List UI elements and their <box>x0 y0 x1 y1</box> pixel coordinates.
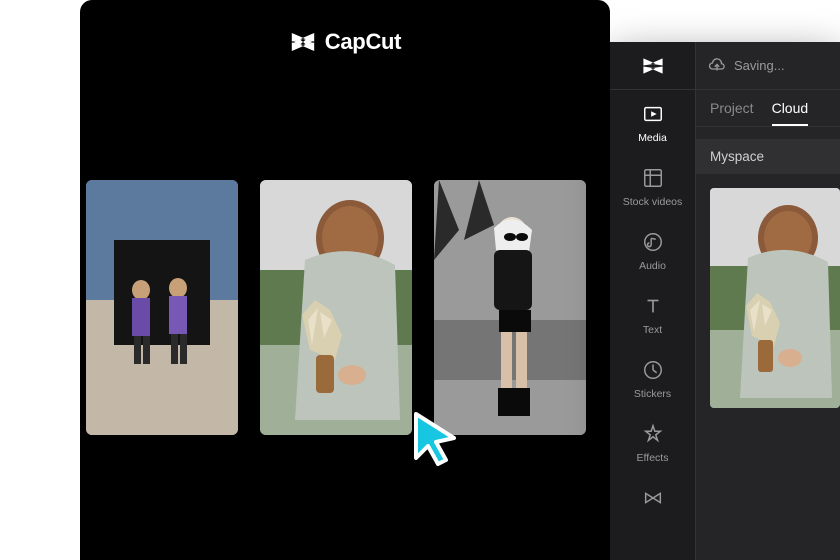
cloud-sync-icon <box>708 57 726 75</box>
editor-logo <box>610 42 695 90</box>
thumbnail-item[interactable] <box>260 180 412 435</box>
editor-panel: Media Stock videos Audio <box>610 42 840 560</box>
thumbnail-item[interactable] <box>86 180 238 435</box>
stock-videos-icon <box>641 166 665 190</box>
sidebar-item-transition[interactable] <box>610 474 695 520</box>
sidebar-item-text[interactable]: Text <box>610 282 695 346</box>
sidebar-item-effects[interactable]: Effects <box>610 410 695 474</box>
saving-status: Saving... <box>734 58 785 73</box>
cloud-media-item[interactable] <box>710 188 840 408</box>
tab-project[interactable]: Project <box>710 100 754 126</box>
sidebar-label: Text <box>643 324 662 336</box>
capcut-logo-icon <box>289 28 317 56</box>
app-name: CapCut <box>325 29 401 55</box>
text-icon <box>641 294 665 318</box>
sidebar-label: Stock videos <box>623 196 683 208</box>
sidebar-label: Audio <box>639 260 666 272</box>
sidebar-label: Stickers <box>634 388 671 400</box>
editor-content: Saving... Project Cloud Myspace <box>696 42 840 560</box>
sidebar-label: Effects <box>637 452 669 464</box>
source-tabs: Project Cloud <box>696 90 840 127</box>
gallery-panel: CapCut <box>80 0 610 560</box>
space-selector[interactable]: Myspace <box>696 139 840 174</box>
sidebar-item-stock[interactable]: Stock videos <box>610 154 695 218</box>
sidebar-label: Media <box>638 132 667 144</box>
sidebar-item-stickers[interactable]: Stickers <box>610 346 695 410</box>
media-icon <box>641 102 665 126</box>
sidebar-item-media[interactable]: Media <box>610 90 695 154</box>
editor-topbar: Saving... <box>696 42 840 90</box>
stickers-icon <box>641 358 665 382</box>
effects-icon <box>641 422 665 446</box>
tab-cloud[interactable]: Cloud <box>772 100 809 126</box>
thumbnail-item[interactable] <box>434 180 586 435</box>
audio-icon <box>641 230 665 254</box>
side-toolbar: Media Stock videos Audio <box>610 42 696 560</box>
sidebar-item-audio[interactable]: Audio <box>610 218 695 282</box>
space-name: Myspace <box>710 149 764 164</box>
transition-icon <box>641 486 665 510</box>
media-thumbnails <box>80 180 610 435</box>
app-logo: CapCut <box>80 28 610 56</box>
